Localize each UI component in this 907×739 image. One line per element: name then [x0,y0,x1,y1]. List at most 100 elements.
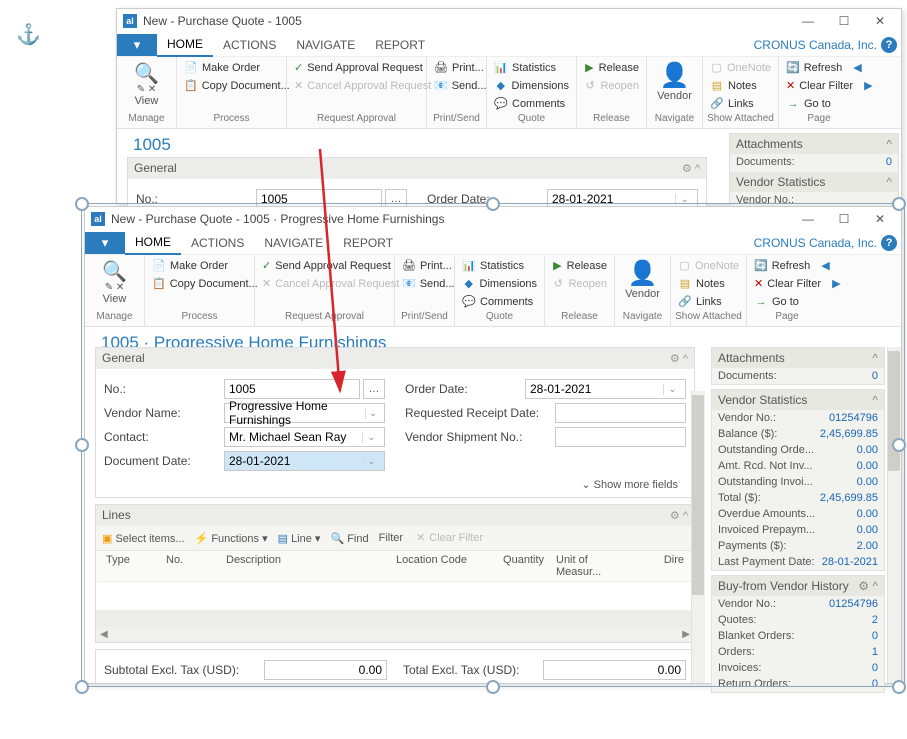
gear-icon[interactable]: ⚙ ^ [670,509,688,522]
dimensions-button[interactable]: ◆Dimensions [459,275,540,293]
show-more-link[interactable]: ⌄ Show more fields [581,478,678,491]
attach-head: Attachments [718,351,785,365]
comments-button[interactable]: 💬Comments [491,95,572,113]
statistics-button[interactable]: 📊Statistics [459,257,540,275]
group-nav: Navigate [651,113,698,126]
lines-grid[interactable] [96,582,694,610]
refresh-button[interactable]: 🔄Refresh ◀ [783,59,855,77]
goto-button[interactable]: →Go to [751,293,823,311]
goto-button[interactable]: →Go to [783,95,855,113]
make-order-button[interactable]: 📄Make Order [181,59,282,77]
line-menu[interactable]: ▤ Line ▾ [278,532,321,545]
col-dire[interactable]: Dire [620,554,690,578]
view-icon[interactable]: 🔍 [134,61,159,86]
tab-actions[interactable]: ACTIONS [181,232,254,254]
gear-icon[interactable]: ⚙ ^ [682,162,700,175]
balance-link[interactable]: 2,45,699.85 [820,428,878,440]
notes-button[interactable]: ▤Notes [675,275,742,293]
col-uom[interactable]: Unit of Measur... [550,554,620,578]
tab-home[interactable]: HOME [125,231,181,255]
links-button[interactable]: 🔗Links [707,95,774,113]
window-background: al New - Purchase Quote - 1005 — ☐ ✕ ▾ H… [116,8,902,204]
notes-button[interactable]: ▤Notes [707,77,774,95]
send-button[interactable]: 📧Send... [399,275,450,293]
group-showatt: Show Attached [707,113,774,126]
tab-navigate[interactable]: NAVIGATE [254,232,333,254]
col-qty[interactable]: Quantity [490,554,550,578]
functions-menu[interactable]: ⚡ Functions ▾ [195,532,268,545]
ribbon: 🔍✎ ✕View Manage 📄Make Order 📋Copy Docume… [85,255,901,327]
send-button[interactable]: 📧Send... [431,77,482,95]
vendorno-label: Vendor No.: [736,194,794,206]
dimensions-button[interactable]: ◆Dimensions [491,77,572,95]
onenote-button: ▢OneNote [707,59,774,77]
file-tab[interactable]: ▾ [117,34,157,56]
col-type[interactable]: Type [100,554,160,578]
totexcl-field: 0.00 [543,660,686,680]
close-button[interactable]: ✕ [865,11,895,31]
vscrollbar[interactable] [691,391,705,683]
orderdate-field[interactable]: 28-01-2021⌄ [525,379,686,399]
titlebar: al New - Purchase Quote - 1005 · Progres… [85,207,901,231]
help-icon[interactable]: ? [881,37,897,53]
links-button[interactable]: 🔗Links [675,293,742,311]
company-name: CRONUS Canada, Inc. [754,236,877,250]
app-icon: al [91,212,105,226]
statistics-button[interactable]: 📊Statistics [491,59,572,77]
send-approval-button[interactable]: ✓Send Approval Request [259,257,390,275]
gear-icon[interactable]: ⚙ ^ [670,352,688,365]
release-button[interactable]: ▶Release [549,257,610,275]
clear-filter-button[interactable]: ✕Clear Filter ▶ [751,275,823,293]
shipno-field[interactable] [555,427,686,447]
reqreceipt-field[interactable] [555,403,686,423]
maximize-button[interactable]: ☐ [829,11,859,31]
minimize-button[interactable]: — [793,209,823,229]
col-no[interactable]: No. [160,554,220,578]
vendor-icon[interactable]: 👤 [628,259,658,288]
view-label: View [135,95,159,107]
clear-filter-button[interactable]: ✕Clear Filter ▶ [783,77,855,95]
maximize-button[interactable]: ☐ [829,209,859,229]
tab-report[interactable]: REPORT [333,232,403,254]
vendor-label: Vendor [657,90,692,102]
no-field[interactable]: 1005 [224,379,360,399]
vendor-icon[interactable]: 👤 [660,61,690,90]
docs-val[interactable]: 0 [886,156,892,168]
col-loc[interactable]: Location Code [390,554,490,578]
release-button[interactable]: ▶Release [581,59,642,77]
cancel-approval-button: ✕Cancel Approval Request [259,275,390,293]
group-page: Page [783,113,855,126]
close-button[interactable]: ✕ [865,209,895,229]
vendorno-link[interactable]: 01254796 [829,412,878,424]
tab-home[interactable]: HOME [157,33,213,57]
no-lookup[interactable]: … [363,379,385,399]
reopen-button: ↺Reopen [549,275,610,293]
make-order-button[interactable]: 📄Make Order [149,257,250,275]
copy-doc-button[interactable]: 📋Copy Document... [149,275,250,293]
docs-link[interactable]: 0 [872,370,878,382]
hscrollbar[interactable]: ◀▶ [96,626,694,642]
view-icon[interactable]: 🔍 [102,259,127,284]
vendorname-field[interactable]: Progressive Home Furnishings⌄ [224,403,385,423]
contact-field[interactable]: Mr. Michael Sean Ray⌄ [224,427,385,447]
file-tab[interactable]: ▾ [85,232,125,254]
view-label: View [103,293,127,305]
help-icon[interactable]: ? [881,235,897,251]
copy-doc-button[interactable]: 📋Copy Document... [181,77,282,95]
filter-button[interactable]: Filter [379,532,403,544]
select-items-button[interactable]: ▣ Select items... [102,532,185,545]
print-button[interactable]: 🖨Print... [399,257,450,275]
rightpanel-vscroll[interactable] [887,347,901,683]
docdate-field[interactable]: 28-01-2021⌄ [224,451,385,471]
col-desc[interactable]: Description [220,554,390,578]
tab-report[interactable]: REPORT [365,34,435,56]
win-title: New - Purchase Quote - 1005 · Progressiv… [111,212,444,226]
print-button[interactable]: 🖨Print... [431,59,482,77]
tab-actions[interactable]: ACTIONS [213,34,286,56]
comments-button[interactable]: 💬Comments [459,293,540,311]
find-button[interactable]: 🔍 Find [330,532,368,545]
refresh-button[interactable]: 🔄Refresh ◀ [751,257,823,275]
tab-navigate[interactable]: NAVIGATE [286,34,365,56]
minimize-button[interactable]: — [793,11,823,31]
send-approval-button[interactable]: ✓Send Approval Request [291,59,422,77]
